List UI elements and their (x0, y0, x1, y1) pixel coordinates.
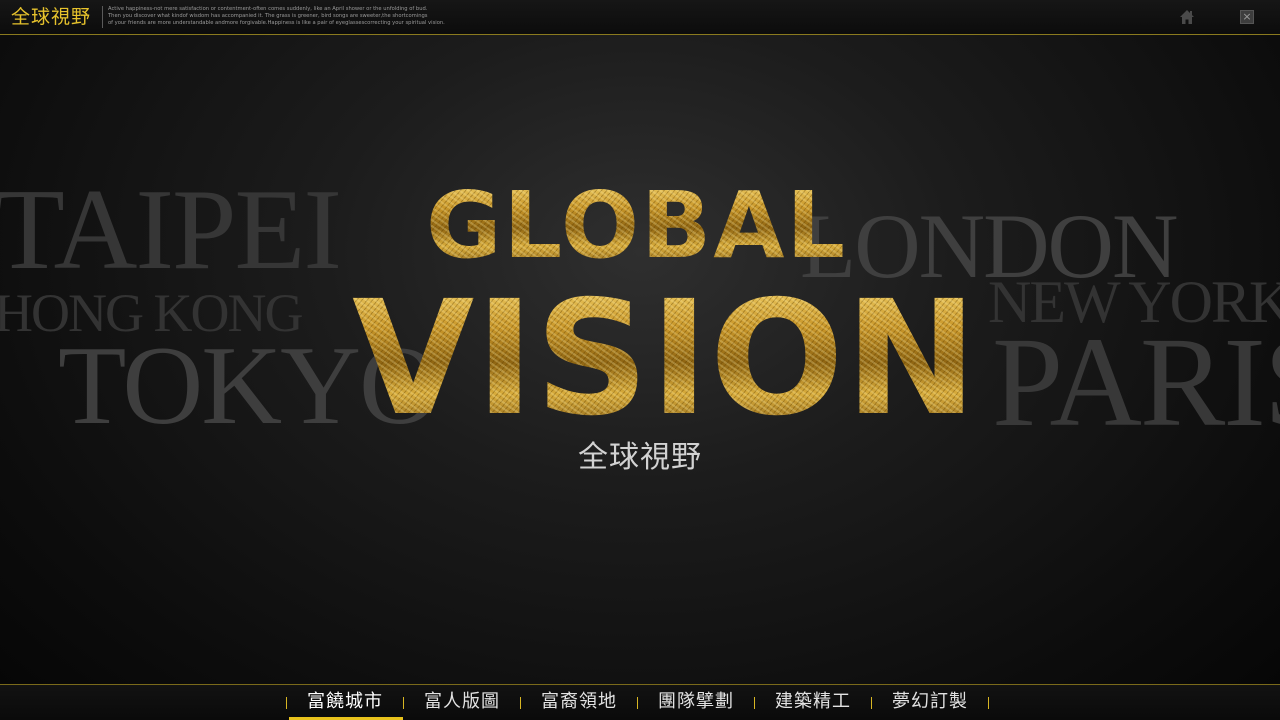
nav-item-label: 夢幻訂製 (892, 691, 968, 712)
hero-title-global: GLOBAL (426, 172, 848, 279)
nav-item-custom[interactable]: 夢幻訂製 (872, 685, 988, 720)
home-icon (1180, 10, 1194, 24)
nav-item-architecture[interactable]: 建築精工 (755, 685, 871, 720)
nav-list: 富饒城市 富人版圖 富裔領地 團隊擘劃 建築精工 夢幻訂製 (286, 685, 989, 720)
nav-item-label: 富人版圖 (424, 691, 500, 712)
nav-item-label: 富饒城市 (307, 691, 383, 712)
site-title: 全球視野 (11, 6, 92, 28)
hero-subtitle: 全球視野 (578, 440, 702, 475)
close-icon: × (1242, 10, 1252, 23)
nav-item-map[interactable]: 富人版圖 (404, 685, 520, 720)
nav-item-territory[interactable]: 富裔領地 (521, 685, 637, 720)
nav-item-label: 建築精工 (775, 691, 851, 712)
nav-item-team[interactable]: 團隊擘劃 (638, 685, 754, 720)
nav-item-city[interactable]: 富饒城市 (287, 685, 403, 720)
nav-item-label: 富裔領地 (541, 691, 617, 712)
bottom-nav: 富饒城市 富人版圖 富裔領地 團隊擘劃 建築精工 夢幻訂製 (0, 684, 1280, 720)
stage: TAIPEI HONG KONG LONDON NEW YORK PARIS T… (0, 0, 1280, 720)
header-blurb-line: Then you discover what kindof wisdom has… (108, 13, 428, 19)
top-bar: 全球視野 Active happiness-not mere satisfact… (0, 0, 1280, 35)
hero-title-vision: VISION (352, 267, 979, 451)
bg-city-paris: PARIS (992, 311, 1280, 453)
header-blurb-line: Active happiness-not mere satisfaction o… (108, 6, 428, 12)
header-divider (102, 6, 103, 28)
close-button[interactable]: × (1240, 10, 1254, 24)
nav-separator (988, 696, 989, 709)
header-blurb: Active happiness-not mere satisfaction o… (108, 6, 488, 27)
nav-item-label: 團隊擘劃 (658, 691, 734, 712)
bg-city-taipei: TAIPEI (0, 166, 342, 294)
header-blurb-line: of your friends are more understandable … (108, 20, 445, 26)
home-button[interactable] (1178, 8, 1196, 26)
